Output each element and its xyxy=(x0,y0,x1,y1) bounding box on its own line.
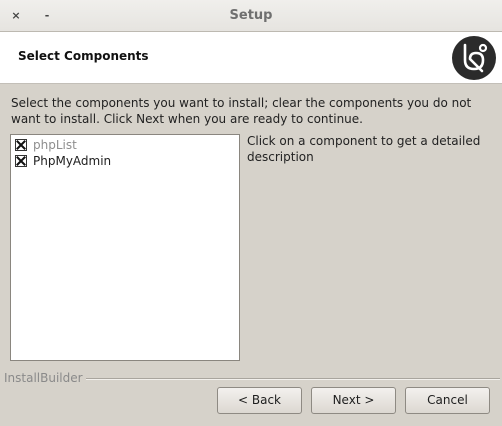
component-description: Click on a component to get a detailed d… xyxy=(247,134,481,164)
installbuilder-brand: InstallBuilder xyxy=(4,371,86,385)
component-label: PhpMyAdmin xyxy=(33,154,112,168)
back-button[interactable]: < Back xyxy=(217,387,302,414)
list-item-phplist[interactable]: phpList xyxy=(15,137,77,153)
checkbox-checked-icon[interactable] xyxy=(15,138,27,151)
bitnami-logo-icon xyxy=(452,36,496,80)
page-title: Select Components xyxy=(18,49,149,63)
footer-divider xyxy=(78,378,500,380)
component-label: phpList xyxy=(33,138,77,152)
checkbox-checked-icon[interactable] xyxy=(15,154,27,167)
window-title: Setup xyxy=(229,8,273,23)
next-button[interactable]: Next > xyxy=(311,387,396,414)
list-item-phpmyadmin[interactable]: PhpMyAdmin xyxy=(15,153,111,169)
page-header: Select Components xyxy=(0,32,502,84)
window-titlebar: × - Setup xyxy=(0,0,502,32)
instructions-text: Select the components you want to instal… xyxy=(11,96,472,126)
cancel-button[interactable]: Cancel xyxy=(405,387,490,414)
components-list[interactable]: phpList PhpMyAdmin xyxy=(10,134,240,361)
